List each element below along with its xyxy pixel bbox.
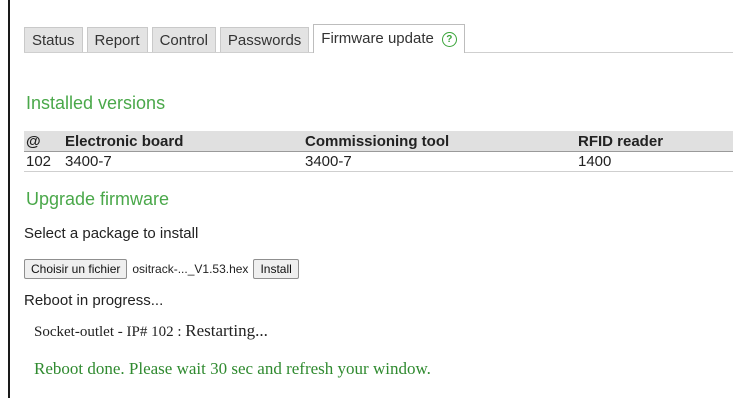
tab-report[interactable]: Report bbox=[86, 27, 148, 52]
table-header-row: @ Electronic board Commissioning tool RF… bbox=[24, 131, 733, 152]
cell-id: 102 bbox=[24, 151, 63, 172]
tab-firmware-update[interactable]: Firmware update ? bbox=[313, 24, 465, 53]
table-row: 102 3400-7 3400-7 1400 bbox=[24, 151, 733, 172]
installed-versions-table: @ Electronic board Commissioning tool RF… bbox=[24, 131, 733, 172]
cell-commissioning-tool: 3400-7 bbox=[303, 151, 576, 172]
reboot-done-message: Reboot done. Please wait 30 sec and refr… bbox=[34, 359, 431, 378]
install-button[interactable]: Install bbox=[253, 259, 299, 279]
column-header-commissioning-tool: Commissioning tool bbox=[303, 131, 576, 152]
column-header-rfid-reader: RFID reader bbox=[576, 131, 733, 152]
installed-versions-heading: Installed versions bbox=[26, 93, 166, 113]
device-status-line: Socket-outlet - IP# 102 : Restarting... bbox=[34, 321, 268, 341]
file-upload-row: Choisir un fichier ositrack-..._V1.53.he… bbox=[24, 259, 299, 279]
reboot-progress-text: Reboot in progress... bbox=[24, 292, 164, 309]
cell-rfid-reader: 1400 bbox=[576, 151, 733, 172]
device-label: Socket-outlet - IP# 102 : bbox=[34, 324, 186, 340]
tab-control[interactable]: Control bbox=[151, 27, 216, 52]
left-border bbox=[8, 0, 10, 398]
tab-bar: Status Report Control Passwords Firmware… bbox=[24, 24, 733, 53]
help-icon[interactable]: ? bbox=[441, 31, 457, 47]
upgrade-firmware-heading: Upgrade firmware bbox=[26, 189, 170, 209]
column-header-electronic-board: Electronic board bbox=[63, 131, 303, 152]
selected-file-name: ositrack-..._V1.53.hex bbox=[132, 262, 249, 276]
tab-firmware-update-label: Firmware update bbox=[321, 30, 434, 47]
choose-file-button[interactable]: Choisir un fichier bbox=[24, 259, 128, 279]
column-header-id: @ bbox=[24, 131, 63, 152]
tab-status[interactable]: Status bbox=[24, 27, 83, 52]
tab-passwords[interactable]: Passwords bbox=[219, 27, 310, 52]
select-package-label: Select a package to install bbox=[24, 225, 199, 242]
device-state: Restarting... bbox=[185, 321, 268, 340]
cell-electronic-board: 3400-7 bbox=[63, 151, 303, 172]
